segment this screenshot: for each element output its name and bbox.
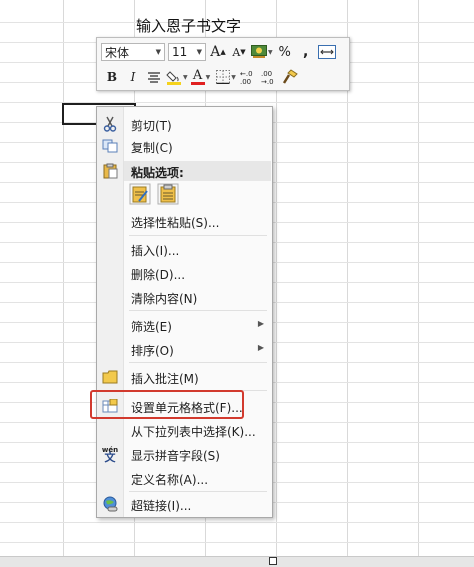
font-color-button[interactable]: A ▼	[190, 67, 211, 87]
align-center-button[interactable]	[145, 67, 163, 87]
increase-decimal-icon: ←.0 .00	[240, 70, 253, 85]
caret-up-icon: ▲	[220, 48, 226, 56]
increase-decimal-button[interactable]: ←.0 .00	[239, 67, 257, 87]
menu-item-label: 删除(D)...	[131, 268, 186, 282]
borders-button[interactable]: ▼	[216, 67, 236, 87]
accounting-format-button[interactable]: ▼	[251, 42, 273, 62]
paste-values-icon[interactable]	[157, 183, 179, 205]
menu-item-sort[interactable]: 排序(O) ▶	[97, 338, 272, 360]
clipboard-icon	[101, 163, 119, 179]
merge-center-button[interactable]	[317, 42, 336, 62]
scroll-handle[interactable]	[269, 557, 277, 565]
borders-icon	[216, 70, 231, 84]
menu-item-label: 定义名称(A)...	[131, 473, 209, 487]
shrink-font-button[interactable]: A ▼	[230, 42, 248, 62]
svg-text:.00: .00	[261, 70, 272, 78]
menu-item-show-phonetic[interactable]: wén 文 显示拼音字段(S)	[97, 443, 272, 465]
svg-text:→.0: →.0	[261, 78, 274, 85]
horizontal-scrollbar[interactable]	[0, 556, 474, 567]
menu-item-delete[interactable]: 删除(D)...	[97, 262, 272, 284]
chevron-down-icon: ▼	[196, 48, 202, 56]
grow-font-button[interactable]: A ▲	[209, 42, 227, 62]
menu-item-copy[interactable]: 复制(C)	[97, 135, 272, 157]
menu-item-insert[interactable]: 插入(I)...	[97, 238, 272, 260]
comma-style-button[interactable]: ,	[297, 42, 315, 62]
menu-item-pick-from-list[interactable]: 从下拉列表中选择(K)...	[97, 419, 272, 441]
font-name-select[interactable]: 宋体 ▼	[101, 43, 165, 61]
font-color-swatch	[190, 82, 205, 85]
menu-item-label: 排序(O)	[131, 344, 174, 358]
menu-item-clear-contents[interactable]: 清除内容(N)	[97, 286, 272, 308]
decrease-decimal-icon: .00 →.0	[261, 70, 274, 85]
menu-item-insert-comment[interactable]: 插入批注(M)	[97, 366, 272, 388]
menu-separator	[129, 235, 267, 236]
svg-text:.00: .00	[240, 78, 251, 85]
bold-button[interactable]: B	[103, 67, 121, 87]
italic-button[interactable]: I	[124, 67, 142, 87]
scissors-icon	[101, 116, 119, 132]
menu-item-define-name[interactable]: 定义名称(A)...	[97, 467, 272, 489]
chevron-down-icon: ▼	[183, 73, 188, 81]
submenu-arrow-icon: ▶	[257, 343, 264, 352]
font-size-value: 11	[172, 45, 188, 59]
menu-item-label: 插入(I)...	[131, 244, 180, 258]
menu-item-label: 插入批注(M)	[131, 372, 199, 386]
menu-item-label: 剪切(T)	[131, 119, 172, 133]
font-size-select[interactable]: 11 ▼	[168, 43, 206, 61]
chevron-down-icon: ▼	[268, 48, 273, 56]
fill-color-button[interactable]: ▼	[166, 67, 188, 87]
highlight-annotation	[90, 390, 244, 419]
menu-separator	[129, 362, 267, 363]
accounting-format-icon	[251, 45, 267, 58]
menu-item-label: 复制(C)	[131, 141, 173, 155]
menu-item-hyperlink[interactable]: 超链接(I)...	[97, 493, 272, 515]
mini-toolbar: 宋体 ▼ 11 ▼ A ▲ A ▼ ▼ % , B I ▼ A ▼ ▼ ←.0 …	[96, 37, 350, 91]
format-painter-icon	[282, 69, 298, 84]
menu-item-label: 筛选(E)	[131, 320, 172, 334]
menu-item-label: 显示拼音字段(S)	[131, 449, 220, 463]
menu-item-label: 从下拉列表中选择(K)...	[131, 425, 256, 439]
merge-center-icon	[317, 45, 336, 59]
menu-item-label: 选择性粘贴(S)...	[131, 216, 220, 230]
menu-item-paste-special[interactable]: 选择性粘贴(S)...	[97, 210, 272, 232]
paste-options-label: 粘贴选项:	[131, 166, 184, 180]
align-center-icon	[148, 72, 160, 83]
percent-style-button[interactable]: %	[276, 42, 294, 62]
chevron-down-icon: ▼	[231, 73, 236, 81]
menu-item-cut[interactable]: 剪切(T)	[97, 113, 272, 135]
mini-toolbar-row-2: B I ▼ A ▼ ▼ ←.0 .00 .00 →.0	[101, 66, 299, 88]
menu-item-label: 清除内容(N)	[131, 292, 198, 306]
svg-text:←.0: ←.0	[240, 70, 253, 78]
menu-item-filter[interactable]: 筛选(E) ▶	[97, 314, 272, 336]
chevron-down-icon: ▼	[155, 48, 161, 56]
paste-all-icon[interactable]	[129, 183, 151, 205]
copy-icon	[101, 138, 119, 154]
context-menu: 剪切(T) 复制(C) 粘贴选项: 选择性粘贴(S)... 插入(I)... 删…	[96, 106, 273, 518]
menu-separator	[129, 310, 267, 311]
caret-down-icon: ▼	[240, 48, 246, 56]
mini-toolbar-row-1: 宋体 ▼ 11 ▼ A ▲ A ▼ ▼ % ,	[101, 41, 336, 63]
menu-item-label: 超链接(I)...	[131, 499, 192, 513]
decrease-decimal-button[interactable]: .00 →.0	[260, 67, 278, 87]
font-name-value: 宋体	[105, 45, 130, 60]
chevron-down-icon: ▼	[205, 73, 211, 81]
phonetic-icon: wén 文	[101, 446, 119, 464]
hyperlink-icon	[101, 496, 119, 512]
paint-bucket-icon	[166, 71, 181, 85]
comment-icon	[101, 369, 119, 385]
menu-separator	[129, 491, 267, 492]
format-painter-button[interactable]	[281, 67, 299, 87]
cell-text: 输入恩子书文字	[136, 17, 242, 35]
submenu-arrow-icon: ▶	[257, 319, 264, 328]
